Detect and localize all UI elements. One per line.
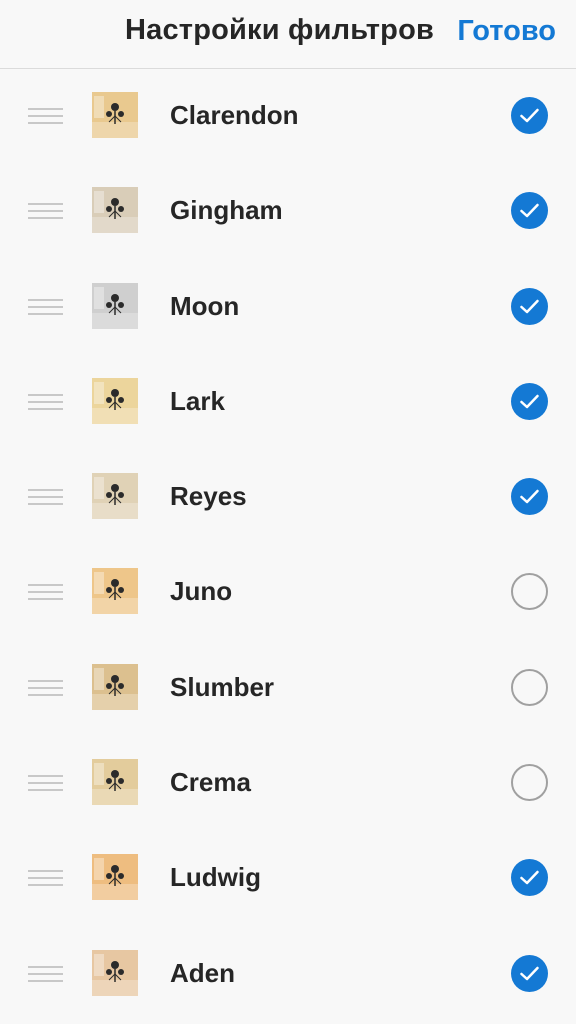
filter-thumbnail — [92, 92, 138, 138]
drag-handle-icon[interactable] — [28, 489, 63, 506]
filter-row[interactable]: Reyes — [0, 449, 576, 544]
filter-row[interactable]: Ludwig — [0, 830, 576, 925]
filter-row[interactable]: Gingham — [0, 163, 576, 258]
filter-name: Reyes — [170, 481, 247, 512]
filter-row[interactable]: Aden — [0, 926, 576, 1021]
filter-row[interactable]: Slumber — [0, 640, 576, 735]
drag-handle-icon[interactable] — [28, 870, 63, 887]
filter-row[interactable]: Crema — [0, 735, 576, 830]
drag-handle-icon[interactable] — [28, 584, 63, 601]
empty-circle-icon[interactable] — [511, 668, 548, 706]
filter-row[interactable]: Lark — [0, 354, 576, 449]
checkmark-circle-icon[interactable] — [511, 478, 548, 516]
filter-name: Slumber — [170, 671, 275, 702]
drag-handle-icon[interactable] — [28, 298, 63, 316]
checkmark-circle-icon[interactable] — [511, 192, 548, 230]
filter-name: Moon — [170, 290, 240, 321]
drag-handle-icon[interactable] — [28, 108, 63, 125]
done-button[interactable]: Готово — [457, 15, 556, 48]
drag-handle-icon[interactable] — [28, 965, 63, 983]
filter-name: Lark — [170, 385, 225, 416]
drag-handle-icon[interactable] — [28, 679, 63, 697]
filter-name: Aden — [170, 957, 235, 988]
filter-thumbnail — [92, 377, 138, 424]
filter-thumbnail — [92, 663, 138, 710]
navigation-bar: Настройки фильтров Готово — [0, 0, 576, 69]
empty-circle-icon[interactable] — [511, 573, 548, 611]
checkmark-circle-icon[interactable] — [511, 954, 548, 992]
filter-name: Crema — [170, 767, 251, 798]
filter-row[interactable]: Clarendon — [0, 68, 576, 163]
page-title: Настройки фильтров — [125, 14, 435, 46]
checkmark-circle-icon[interactable] — [511, 382, 548, 420]
filter-name: Ludwig — [170, 862, 261, 893]
filter-row[interactable]: Juno — [0, 544, 576, 639]
filter-thumbnail — [92, 187, 138, 234]
checkmark-circle-icon[interactable] — [511, 287, 548, 325]
checkmark-circle-icon[interactable] — [511, 97, 548, 134]
filter-list: Clarendon Gingham Moon Lark Reyes Juno Slumber… — [0, 68, 576, 1021]
filter-name: Clarendon — [170, 100, 299, 130]
filter-name: Gingham — [170, 195, 283, 226]
checkmark-circle-icon[interactable] — [511, 859, 548, 897]
empty-circle-icon[interactable] — [511, 764, 548, 802]
filter-thumbnail — [92, 854, 138, 901]
drag-handle-icon[interactable] — [28, 203, 63, 220]
filter-thumbnail — [92, 282, 138, 329]
filter-thumbnail — [92, 759, 138, 806]
filter-name: Juno — [170, 576, 233, 607]
filter-row[interactable]: Moon — [0, 259, 576, 354]
drag-handle-icon[interactable] — [28, 393, 63, 411]
filter-thumbnail — [92, 949, 138, 996]
filter-thumbnail — [92, 473, 138, 520]
filter-thumbnail — [92, 568, 138, 615]
drag-handle-icon[interactable] — [28, 775, 63, 792]
